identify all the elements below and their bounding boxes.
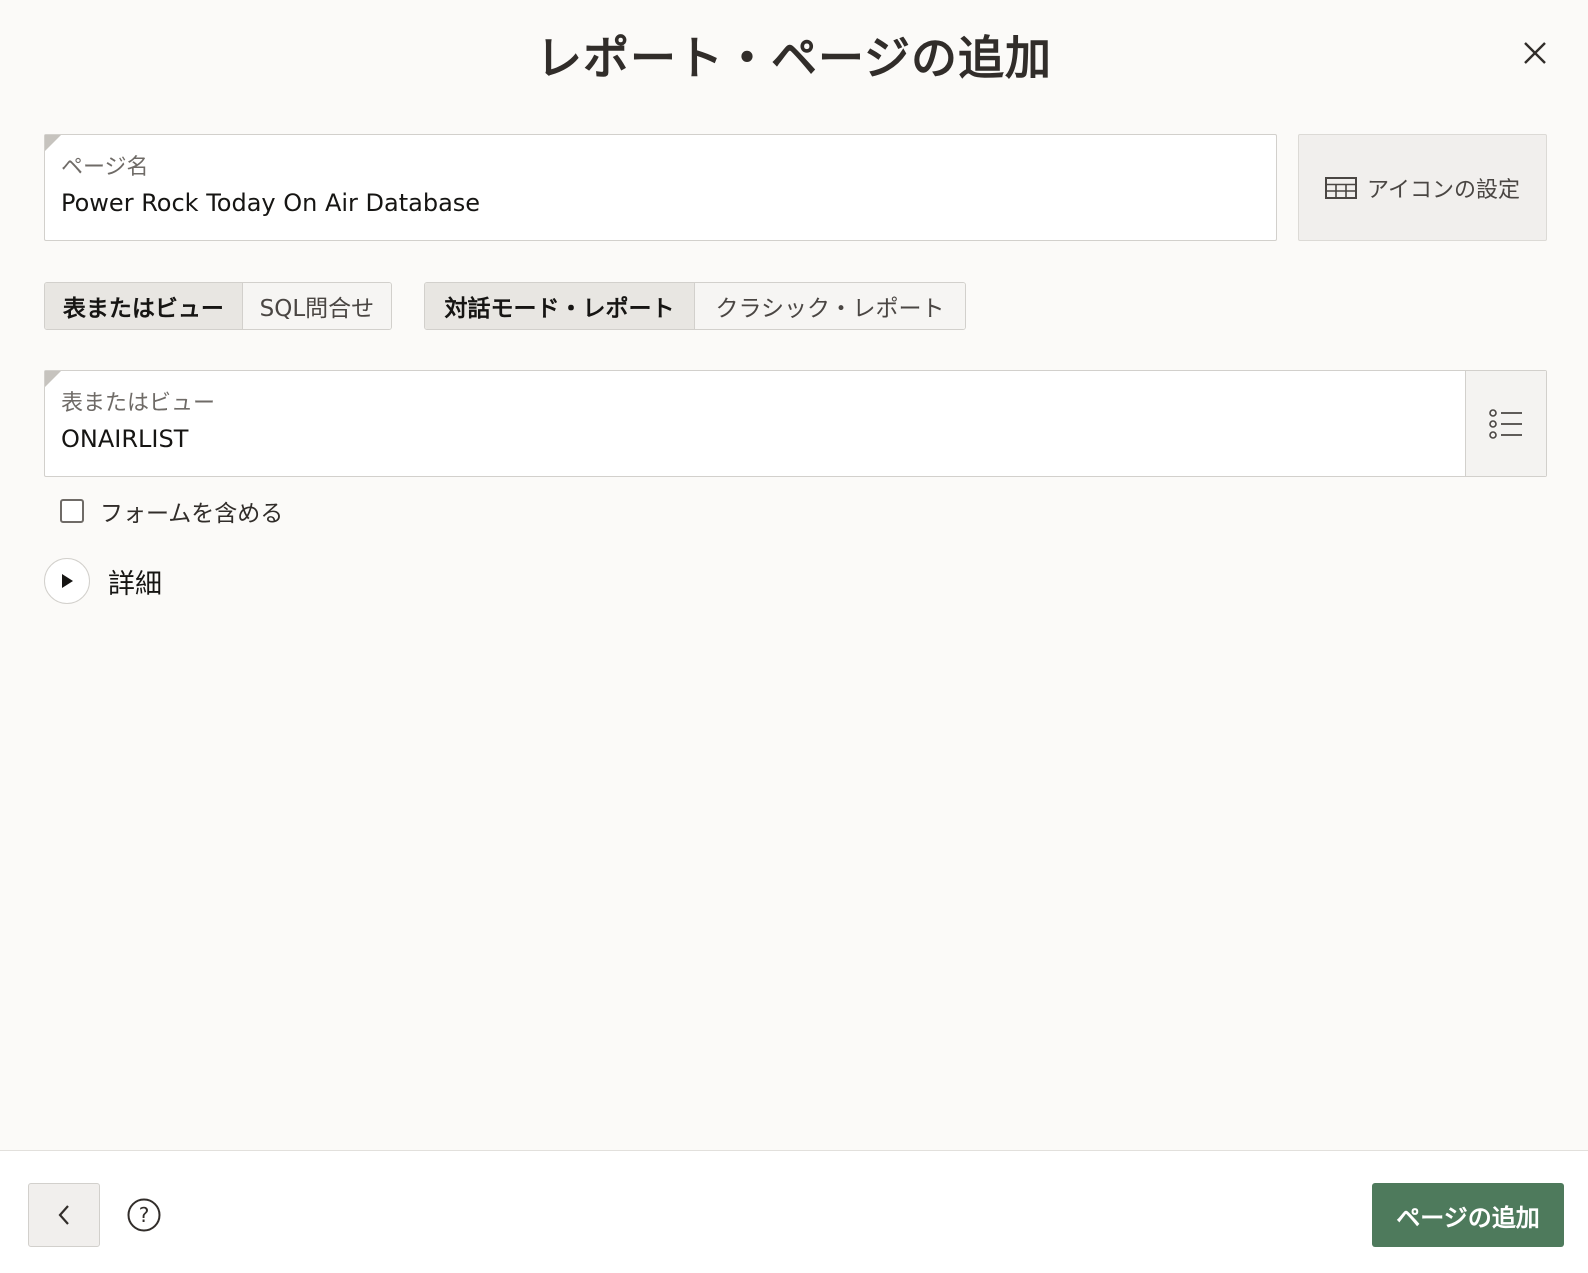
page-name-input[interactable] xyxy=(61,189,1169,217)
report-type-classic[interactable]: クラシック・レポート xyxy=(694,283,965,329)
back-button[interactable] xyxy=(28,1183,100,1247)
list-of-values-button[interactable] xyxy=(1465,371,1546,476)
details-section-toggle[interactable]: 詳細 xyxy=(44,558,162,604)
list-icon xyxy=(1489,408,1522,439)
include-form-checkbox[interactable] xyxy=(60,499,84,523)
page-name-label: ページ名 xyxy=(61,155,149,180)
page-name-field: ページ名 xyxy=(44,134,1277,241)
report-type-interactive[interactable]: 対話モード・レポート xyxy=(425,283,694,329)
report-type-toggle: 対話モード・レポート クラシック・レポート xyxy=(424,282,966,330)
add-page-button[interactable]: ページの追加 xyxy=(1372,1183,1564,1247)
source-option-table-or-view[interactable]: 表またはビュー xyxy=(45,283,242,329)
required-indicator xyxy=(45,371,61,387)
svg-text:?: ? xyxy=(139,1203,150,1227)
details-label: 詳細 xyxy=(108,568,162,600)
chevron-left-icon xyxy=(58,1205,69,1225)
help-button[interactable]: ? xyxy=(126,1197,162,1233)
include-form-option[interactable]: フォームを含める xyxy=(60,494,283,528)
table-or-view-field: 表またはビュー xyxy=(44,370,1547,477)
source-toggle: 表またはビュー SQL問合せ xyxy=(44,282,392,330)
icon-settings-label: アイコンの設定 xyxy=(1367,177,1520,203)
dialog-footer: ? ページの追加 xyxy=(0,1150,1588,1273)
source-option-sql-query[interactable]: SQL問合せ xyxy=(241,283,391,329)
table-grid-icon xyxy=(1325,176,1358,199)
include-form-label: フォームを含める xyxy=(100,501,284,527)
table-or-view-label: 表またはビュー xyxy=(61,391,216,416)
expand-button[interactable] xyxy=(44,558,90,604)
close-icon xyxy=(1524,42,1546,64)
help-icon: ? xyxy=(127,1198,161,1232)
icon-settings-button[interactable]: アイコンの設定 xyxy=(1298,134,1547,241)
dialog-title: レポート・ページの追加 xyxy=(535,31,1053,85)
required-indicator xyxy=(45,135,61,151)
close-button[interactable] xyxy=(1518,36,1552,70)
table-or-view-input[interactable] xyxy=(61,425,1337,453)
play-triangle-icon xyxy=(62,574,73,588)
